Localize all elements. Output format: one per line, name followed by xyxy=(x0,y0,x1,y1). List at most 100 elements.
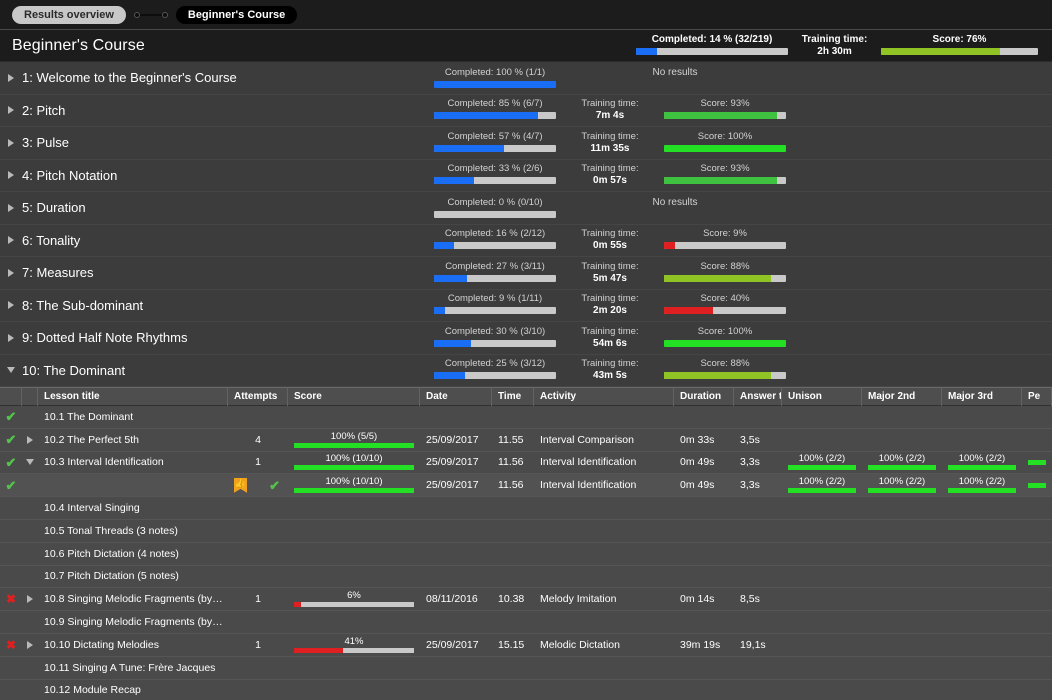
column-header-status[interactable] xyxy=(0,387,22,406)
table-row[interactable]: 10.4 Interval Singing xyxy=(0,497,1052,520)
module-row[interactable]: 7: MeasuresCompleted: 27 % (3/11)Trainin… xyxy=(0,257,1052,290)
column-header-major2nd[interactable]: Major 2nd xyxy=(862,387,942,406)
progress-fill xyxy=(434,177,474,184)
module-metrics: Completed: 0 % (0/10)No results xyxy=(430,197,790,218)
chevron-right-icon[interactable] xyxy=(22,641,38,649)
table-row[interactable]: 10.9 Singing Melodic Fragments (by… xyxy=(0,611,1052,634)
module-completed-label: Completed: 25 % (3/12) xyxy=(445,358,545,370)
cell-major2nd: 100% (2/2) xyxy=(862,452,942,474)
chevron-right-icon[interactable] xyxy=(22,595,38,603)
column-header-attempts[interactable]: Attempts xyxy=(228,387,288,406)
cell-date xyxy=(420,406,492,428)
perfect4th-progressbar xyxy=(1028,483,1046,488)
module-row[interactable]: 6: TonalityCompleted: 16 % (2/12)Trainin… xyxy=(0,225,1052,258)
cell-answer_time xyxy=(734,543,782,565)
progress-fill xyxy=(948,488,1016,493)
module-completed: Completed: 33 % (2/6) xyxy=(430,163,560,184)
cell-score: 100% (5/5) xyxy=(288,429,420,451)
breadcrumb-item-results-overview[interactable]: Results overview xyxy=(12,6,126,24)
lesson-title: 10.8 Singing Melodic Fragments (by… xyxy=(38,588,228,610)
module-score-progressbar xyxy=(664,372,786,379)
bookmark-thumbsup-icon[interactable]: 👍 xyxy=(234,478,247,493)
table-row[interactable]: 10.5 Tonal Threads (3 notes) xyxy=(0,520,1052,543)
chevron-right-icon[interactable] xyxy=(0,269,22,277)
module-row[interactable]: 4: Pitch NotationCompleted: 33 % (2/6)Tr… xyxy=(0,160,1052,193)
cell-major2nd xyxy=(862,566,942,588)
cell-score xyxy=(288,543,420,565)
module-training-time-label: Training time: xyxy=(581,293,638,305)
chevron-right-icon[interactable] xyxy=(0,204,22,212)
cell-perfect4th xyxy=(1022,474,1052,496)
column-header-answer_time[interactable]: Answer ti… xyxy=(734,387,782,406)
module-row[interactable]: 2: PitchCompleted: 85 % (6/7)Training ti… xyxy=(0,95,1052,128)
table-row[interactable]: 10.11 Singing A Tune: Frère Jacques xyxy=(0,657,1052,680)
column-header-date[interactable]: Date xyxy=(420,387,492,406)
triangle-glyph xyxy=(27,641,33,649)
table-row[interactable]: ✖10.10 Dictating Melodies141%25/09/20171… xyxy=(0,634,1052,657)
module-training-time: Training time:5m 47s xyxy=(560,261,660,285)
chevron-right-icon[interactable] xyxy=(22,436,38,444)
chevron-right-icon[interactable] xyxy=(0,106,22,114)
chevron-down-icon[interactable] xyxy=(22,459,38,465)
chevron-down-icon[interactable] xyxy=(0,367,22,373)
cell-perfect4th xyxy=(1022,566,1052,588)
column-header-major3rd[interactable]: Major 3rd xyxy=(942,387,1022,406)
check-icon: ✔ xyxy=(0,433,22,446)
module-score-label: Score: 93% xyxy=(700,163,749,175)
chevron-right-icon[interactable] xyxy=(0,301,22,309)
column-header-twisty[interactable] xyxy=(22,387,38,406)
cell-time: 11.55 xyxy=(492,429,534,451)
breadcrumb-item-beginners-course[interactable]: Beginner's Course xyxy=(176,6,297,24)
cell-activity: Interval Comparison xyxy=(534,429,674,451)
lesson-table: Lesson titleAttemptsScoreDateTimeActivit… xyxy=(0,387,1052,700)
table-row[interactable]: 10.12 Module Recap xyxy=(0,680,1052,700)
cell-major2nd xyxy=(862,429,942,451)
lesson-title: 10.12 Module Recap xyxy=(38,680,228,700)
chevron-right-icon[interactable] xyxy=(0,139,22,147)
cell-date xyxy=(420,520,492,542)
table-subrow[interactable]: ✔👍✔100% (10/10)25/09/201711.56Interval I… xyxy=(0,474,1052,497)
chevron-right-icon[interactable] xyxy=(0,171,22,179)
module-row[interactable]: 3: PulseCompleted: 57 % (4/7)Training ti… xyxy=(0,127,1052,160)
column-header-unison[interactable]: Unison xyxy=(782,387,862,406)
progress-fill xyxy=(1028,483,1046,488)
chevron-right-icon[interactable] xyxy=(0,74,22,82)
chevron-right-icon[interactable] xyxy=(0,334,22,342)
table-row[interactable]: ✔10.3 Interval Identification1100% (10/1… xyxy=(0,452,1052,475)
module-completed: Completed: 85 % (6/7) xyxy=(430,98,560,119)
module-row[interactable]: 10: The DominantCompleted: 25 % (3/12)Tr… xyxy=(0,355,1052,388)
column-header-time[interactable]: Time xyxy=(492,387,534,406)
score-progressbar xyxy=(294,488,414,493)
table-row[interactable]: ✔10.2 The Perfect 5th4100% (5/5)25/09/20… xyxy=(0,429,1052,452)
cell-duration: 39m 19s xyxy=(674,634,734,656)
cell-attempts xyxy=(228,680,288,700)
cell-major2nd xyxy=(862,588,942,610)
module-training-time-label: Training time: xyxy=(581,261,638,273)
column-header-title[interactable]: Lesson title xyxy=(38,387,228,406)
summary-score: Score: 76% xyxy=(877,34,1042,55)
module-row[interactable]: 8: The Sub-dominantCompleted: 9 % (1/11)… xyxy=(0,290,1052,323)
table-row[interactable]: 10.6 Pitch Dictation (4 notes) xyxy=(0,543,1052,566)
cell-perfect4th xyxy=(1022,406,1052,428)
table-row[interactable]: ✔10.1 The Dominant xyxy=(0,406,1052,429)
column-header-score[interactable]: Score xyxy=(288,387,420,406)
table-row[interactable]: ✖10.8 Singing Melodic Fragments (by…16%0… xyxy=(0,588,1052,611)
module-training-time: Training time:7m 4s xyxy=(560,98,660,122)
column-header-duration[interactable]: Duration xyxy=(674,387,734,406)
check-icon: ✔ xyxy=(269,479,280,492)
progress-fill xyxy=(868,465,936,470)
table-row[interactable]: 10.7 Pitch Dictation (5 notes) xyxy=(0,566,1052,589)
chevron-right-icon[interactable] xyxy=(0,236,22,244)
module-metrics: Completed: 33 % (2/6)Training time:0m 57… xyxy=(430,163,790,187)
module-completed-progressbar xyxy=(434,340,556,347)
module-row[interactable]: 1: Welcome to the Beginner's CourseCompl… xyxy=(0,62,1052,95)
module-metrics: Completed: 9 % (1/11)Training time:2m 20… xyxy=(430,293,790,317)
column-header-activity[interactable]: Activity xyxy=(534,387,674,406)
cell-duration xyxy=(674,566,734,588)
module-row[interactable]: 9: Dotted Half Note RhythmsCompleted: 30… xyxy=(0,322,1052,355)
module-score-label: Score: 100% xyxy=(698,326,752,338)
cell-major2nd xyxy=(862,497,942,519)
column-header-perfect4th[interactable]: Pe xyxy=(1022,387,1052,406)
cell-perfect4th xyxy=(1022,680,1052,700)
module-row[interactable]: 5: DurationCompleted: 0 % (0/10)No resul… xyxy=(0,192,1052,225)
